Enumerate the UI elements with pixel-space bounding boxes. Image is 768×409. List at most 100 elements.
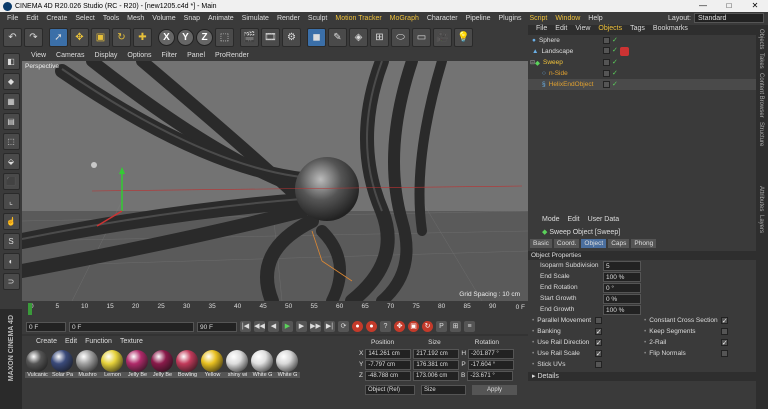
current-frame-field[interactable]: 0 F [69,321,194,332]
timeline[interactable]: 051015202530354045505560657075808590 0 F [22,301,528,319]
material-swatch[interactable]: Jelly Be [150,349,175,378]
checkbox[interactable]: ✓ [595,328,603,336]
material-swatch[interactable]: Yellow [200,349,225,378]
property-field[interactable]: 0 ° [603,282,641,293]
keyframe-selection-icon[interactable]: ? [380,321,391,332]
viewport-menu-panel[interactable]: Panel [182,52,210,59]
material-swatch[interactable]: Jelly Be [125,349,150,378]
details-section[interactable]: ▸ Details [528,372,756,381]
enabled-check-icon[interactable]: ✓ [612,70,618,77]
menu-help[interactable]: Help [584,15,606,22]
layer-toggle[interactable] [603,70,610,77]
rotate-icon[interactable]: ↻ [112,28,131,47]
checkbox[interactable] [721,350,729,357]
objmgr-menu-bookmarks[interactable]: Bookmarks [653,25,688,35]
render-settings-icon[interactable]: ⚙ [282,28,301,47]
rotation-b-field[interactable]: -23.671 ° [467,370,514,381]
next-key-icon[interactable]: ▶▶ [310,321,321,332]
checkbox[interactable]: ✓ [595,339,603,347]
attr-menu-mode[interactable]: Mode [542,216,560,225]
record-icon[interactable]: ● [352,321,363,332]
timeline-playhead[interactable] [28,303,32,315]
coord-mode-dropdown[interactable]: Object (Rel) [365,384,415,395]
material-swatch[interactable]: Mushro [75,349,100,378]
checkbox[interactable]: ✓ [721,339,729,347]
property-field[interactable]: 0 % [603,293,641,304]
points-mode-icon[interactable]: ⬚ [2,133,20,150]
texture-mode-icon[interactable]: ▦ [2,93,20,110]
size-x-field[interactable]: 217.192 cm [413,348,460,359]
tweak-mode-icon[interactable]: ☝ [2,213,20,230]
objmgr-menu-edit[interactable]: Edit [555,25,567,35]
side-tab-attributes[interactable]: Attributes [756,186,764,211]
material-swatch[interactable]: shiny wi [225,349,250,378]
edges-mode-icon[interactable]: ⬙ [2,153,20,170]
goto-start-icon[interactable]: |◀ [240,321,251,332]
material-swatch[interactable]: Lemon [100,349,125,378]
deformer-icon[interactable]: ⬭ [391,28,410,47]
rotation-h-field[interactable]: -201.877 ° [468,348,515,359]
property-field[interactable]: 5 [603,260,641,271]
objmgr-menu-view[interactable]: View [575,25,590,35]
sphere-object[interactable] [295,157,359,221]
menu-mesh[interactable]: Mesh [123,15,148,22]
solo-icon[interactable]: ◐ [2,253,20,270]
material-menu-edit[interactable]: Edit [65,338,77,347]
floor-icon[interactable]: ▭ [412,28,431,47]
end-frame-field[interactable]: 90 F [197,321,237,332]
close-button[interactable]: ✕ [742,0,768,12]
enabled-check-icon[interactable]: ✓ [612,47,618,56]
material-swatch[interactable]: Solar Pa [50,349,75,378]
object-row-nside[interactable]: ○ n-Side ✓ [528,68,756,79]
subdivision-surface-icon[interactable]: ◈ [349,28,368,47]
size-y-field[interactable]: 176.381 cm [413,359,460,370]
side-tab-layers[interactable]: Layers [756,215,764,233]
tab-object[interactable]: Object [581,239,607,248]
attr-menu-userdata[interactable]: User Data [588,216,620,225]
menu-animate[interactable]: Animate [204,15,238,22]
side-tab-content-browser[interactable]: Content Browser [756,73,764,118]
side-tab-objects[interactable]: Objects [756,29,764,49]
polygons-mode-icon[interactable]: ⬛ [2,173,20,190]
loop-icon[interactable]: ⟳ [338,321,349,332]
make-editable-icon[interactable]: ◧ [2,53,20,70]
timeline-menu-icon[interactable]: ≡ [464,321,475,332]
model-mode-icon[interactable]: ◆ [2,73,20,90]
viewport-menu-display[interactable]: Display [89,52,122,59]
move-icon[interactable]: ✥ [70,28,89,47]
rotation-p-field[interactable]: -17.604 ° [467,359,514,370]
snap-icon[interactable]: S [2,233,20,250]
array-icon[interactable]: ⊞ [370,28,389,47]
scale-icon[interactable]: ▣ [91,28,110,47]
checkbox[interactable] [721,328,729,335]
enabled-check-icon[interactable]: ✓ [612,59,618,66]
minimize-button[interactable]: — [690,0,716,12]
menu-mograph[interactable]: MoGraph [386,15,423,22]
menu-script[interactable]: Script [525,15,551,22]
material-menu-texture[interactable]: Texture [120,338,143,347]
live-selection-icon[interactable]: ➚ [49,28,68,47]
undo-icon[interactable]: ↶ [3,28,22,47]
light-icon[interactable]: 💡 [454,28,473,47]
prev-frame-icon[interactable]: ◀ [268,321,279,332]
render-view-icon[interactable]: 🎬 [240,28,259,47]
menu-snap[interactable]: Snap [180,15,204,22]
size-z-field[interactable]: 173.006 cm [412,370,459,381]
key-rotation-icon[interactable]: ↻ [422,321,433,332]
axis-mode-icon[interactable]: ⌞ [2,193,20,210]
workplane-icon[interactable]: ▤ [2,113,20,130]
position-z-field[interactable]: -48.788 cm [364,370,411,381]
key-position-icon[interactable]: ✥ [394,321,405,332]
checkbox[interactable] [595,317,603,324]
tab-basic[interactable]: Basic [530,239,552,248]
goto-end-icon[interactable]: ▶| [324,321,335,332]
viewport-menu-prorender[interactable]: ProRender [210,52,254,59]
checkbox[interactable] [595,361,603,368]
maximize-button[interactable]: □ [716,0,742,12]
position-y-field[interactable]: -7.797 cm [365,359,412,370]
material-swatch[interactable]: Vulcanic [25,349,50,378]
tab-coord[interactable]: Coord. [553,239,580,248]
objmgr-menu-objects[interactable]: Objects [598,25,622,35]
z-axis-lock-icon[interactable]: Z [196,29,213,46]
key-pla-icon[interactable]: ⊞ [450,321,461,332]
